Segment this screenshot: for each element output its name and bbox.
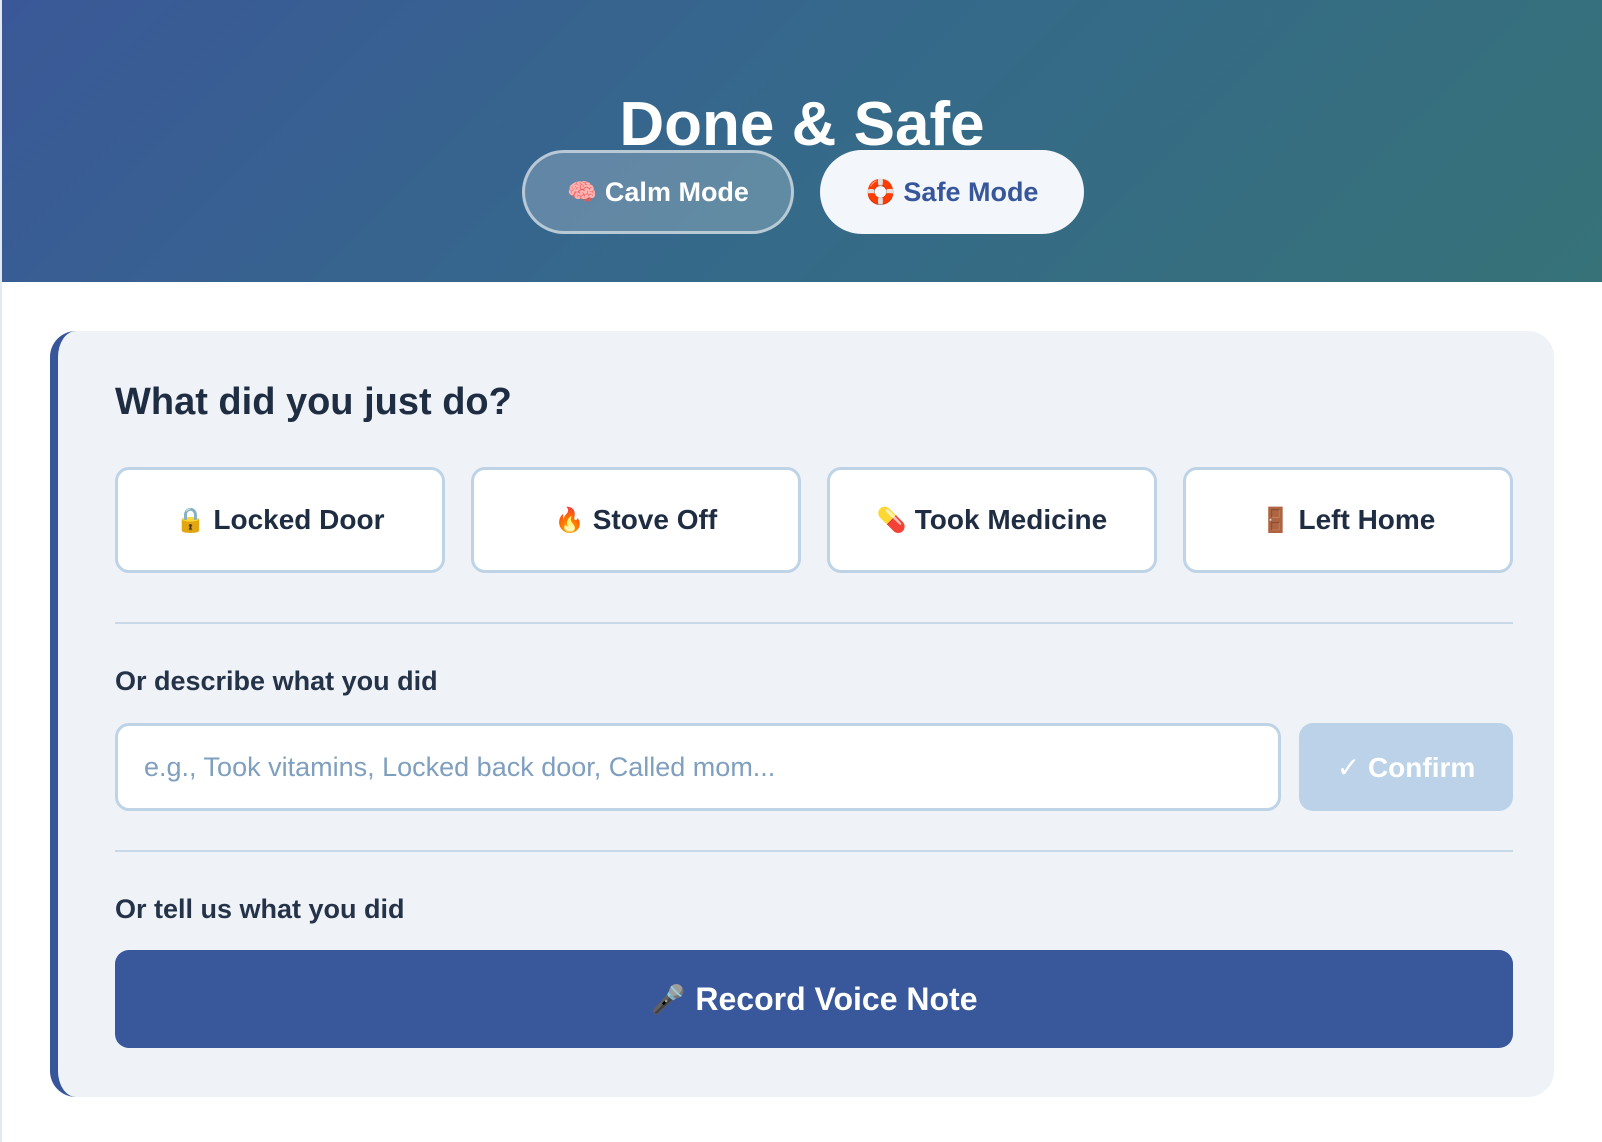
record-voice-note-button[interactable]: 🎤 Record Voice Note	[115, 950, 1513, 1048]
calm-mode-button[interactable]: 🧠 Calm Mode	[522, 150, 794, 234]
confirm-button[interactable]: ✓ Confirm	[1299, 723, 1513, 811]
pill-icon: 💊	[876, 506, 907, 534]
record-voice-note-label: Record Voice Note	[695, 980, 978, 1017]
section-divider	[115, 850, 1513, 852]
describe-label: Or describe what you did	[115, 666, 438, 696]
lock-icon: 🔒	[175, 506, 206, 534]
card-question: What did you just do?	[115, 381, 512, 423]
took-medicine-button[interactable]: 💊 Took Medicine	[827, 467, 1157, 573]
safe-mode-label: Safe Mode	[903, 176, 1039, 207]
fire-icon: 🔥	[554, 506, 585, 534]
app-title: Done & Safe	[619, 89, 985, 159]
activity-card: What did you just do? 🔒 Locked Door 🔥 St…	[50, 331, 1554, 1097]
microphone-icon: 🎤	[650, 983, 686, 1015]
took-medicine-label: Took Medicine	[914, 504, 1108, 535]
stove-off-label: Stove Off	[592, 504, 718, 535]
brain-icon: 🧠	[567, 178, 597, 206]
left-home-button[interactable]: 🚪 Left Home	[1183, 467, 1513, 573]
describe-input[interactable]	[115, 723, 1281, 811]
door-icon: 🚪	[1260, 506, 1291, 534]
section-divider	[115, 622, 1513, 624]
left-home-label: Left Home	[1298, 504, 1436, 535]
locked-door-label: Locked Door	[213, 504, 385, 535]
locked-door-button[interactable]: 🔒 Locked Door	[115, 467, 445, 573]
calm-mode-label: Calm Mode	[604, 176, 749, 207]
safe-mode-button[interactable]: 🛟 Safe Mode	[820, 150, 1084, 234]
lifebuoy-icon: 🛟	[865, 178, 896, 206]
app-header: Done & Safe 🧠 Calm Mode 🛟 Safe Mode	[2, 0, 1602, 282]
stove-off-button[interactable]: 🔥 Stove Off	[471, 467, 801, 573]
voice-label: Or tell us what you did	[115, 894, 405, 924]
